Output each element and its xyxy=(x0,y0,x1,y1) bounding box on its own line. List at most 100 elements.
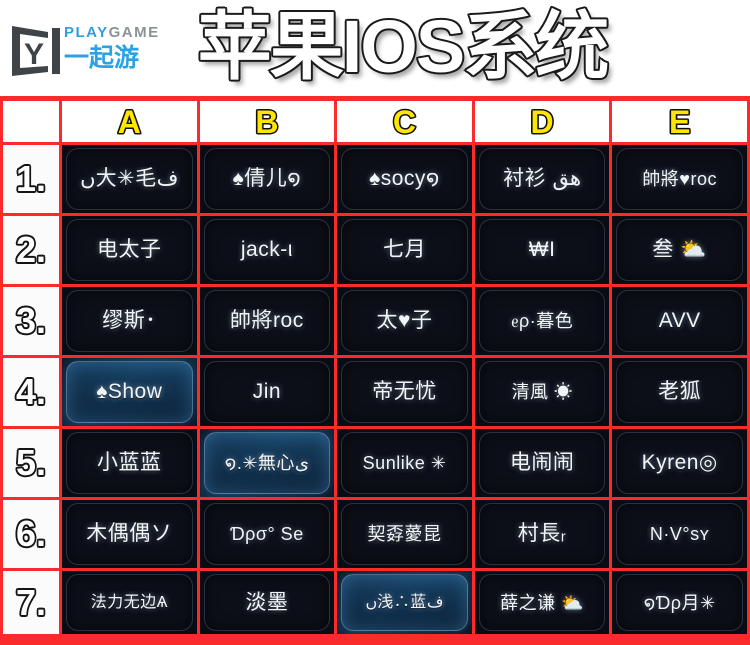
cell-e3-chip: AVV xyxy=(616,290,743,352)
cell-d2-text: ₩I xyxy=(528,238,556,261)
column-header-d[interactable]: D xyxy=(474,101,613,145)
cell-b6-text: Ɗρσ° Se xyxy=(230,524,304,544)
cell-d1-text: 衬衫 ھق xyxy=(503,167,582,190)
row-label-5: 5. xyxy=(0,429,62,500)
cell-d7-chip: 薛之谦 ⛅ xyxy=(478,574,606,631)
cell-e3[interactable]: AVV xyxy=(612,287,750,358)
cell-c7-text: ں浅∴蓝ف xyxy=(365,593,444,611)
cell-a4-chip: ♠Show xyxy=(66,361,193,423)
cell-a6[interactable]: 木偶偶ソ xyxy=(62,500,200,571)
row-label-7-text: 7. xyxy=(15,581,48,624)
cell-c2[interactable]: 七月 xyxy=(337,216,475,287)
cell-a4-text: ♠Show xyxy=(96,380,163,403)
cell-d4[interactable]: 清風 ☀ xyxy=(474,358,613,429)
cell-a6-text: 木偶偶ソ xyxy=(86,522,173,545)
cell-b5-chip: ໑.✳無心ى xyxy=(203,432,331,494)
cell-c4[interactable]: 帝无忧 xyxy=(337,358,475,429)
column-header-d-label: D xyxy=(529,103,555,140)
cell-d3[interactable]: ᧉρ·暮色 xyxy=(474,287,613,358)
cell-d3-text: ᧉρ·暮色 xyxy=(510,311,574,331)
cell-d6-chip: 村長ᵣ xyxy=(478,503,606,565)
cell-a3[interactable]: 缪斯･ xyxy=(62,287,200,358)
cell-b1[interactable]: ♠倩儿໑ xyxy=(199,145,338,216)
cell-e6-text: Ν·V°sʏ xyxy=(649,524,710,544)
cell-b2-text: jack-ι xyxy=(240,238,293,261)
cell-d5[interactable]: 电闹闹 xyxy=(474,429,613,500)
table-row: 4. ♠Show Jin 帝无忧 清風 ☀ 老狐 xyxy=(0,358,750,429)
cell-b5-text: ໑.✳無心ى xyxy=(224,453,309,473)
cell-b3[interactable]: 帥將roc xyxy=(199,287,338,358)
table-row: 1. ں大✳毛ف ♠倩儿໑ ♠socy໑ 衬衫 ھق 帥將♥roc xyxy=(0,145,750,216)
cell-a5[interactable]: 小蓝蓝 xyxy=(62,429,200,500)
page-header: Y PLAYGAME 一起游 苹果IOS系统 xyxy=(0,0,750,96)
cell-a3-text: 缪斯･ xyxy=(102,309,157,332)
cell-e1[interactable]: 帥將♥roc xyxy=(612,145,750,216)
cell-c5-chip: Sunlike ✳ xyxy=(341,432,468,494)
cell-e5[interactable]: Kyren◎ xyxy=(612,429,750,500)
cell-e4[interactable]: 老狐 xyxy=(612,358,750,429)
row-label-3: 3. xyxy=(0,287,62,358)
cell-e6-chip: Ν·V°sʏ xyxy=(616,503,743,565)
cell-c5[interactable]: Sunlike ✳ xyxy=(337,429,475,500)
cell-b2-chip: jack-ι xyxy=(203,219,331,281)
cell-a7-chip: 法力无边Ѧ xyxy=(66,574,193,631)
cell-c4-text: 帝无忧 xyxy=(372,380,437,403)
row-label-5-text: 5. xyxy=(15,441,48,484)
cell-b6[interactable]: Ɗρσ° Se xyxy=(199,500,338,571)
column-header-c[interactable]: C xyxy=(337,101,475,145)
cell-d1[interactable]: 衬衫 ھق xyxy=(474,145,613,216)
table-row: 5. 小蓝蓝 ໑.✳無心ى Sunlike ✳ 电闹闹 Kyren◎ xyxy=(0,429,750,500)
cell-b7-text: 淡墨 xyxy=(245,590,289,614)
cell-b2[interactable]: jack-ι xyxy=(199,216,338,287)
cell-e2-chip: 叁 ⛅ xyxy=(616,219,743,281)
column-header-a[interactable]: A xyxy=(62,101,200,145)
row-label-1: 1. xyxy=(0,145,62,216)
column-header-c-label: C xyxy=(392,103,418,140)
column-header-a-label: A xyxy=(117,103,143,140)
cell-a5-chip: 小蓝蓝 xyxy=(66,432,193,494)
table-row: 7. 法力无边Ѧ 淡墨 ں浅∴蓝ف 薛之谦 ⛅ ໑Ɗρ月✳ xyxy=(0,571,750,637)
cell-c6-chip: 契孬薆昆 xyxy=(341,503,468,565)
cell-c7[interactable]: ں浅∴蓝ف xyxy=(337,571,475,637)
cell-d3-chip: ᧉρ·暮色 xyxy=(478,290,606,352)
table-row: 2. 电太子 jack-ι 七月 ₩I 叁 ⛅ xyxy=(0,216,750,287)
cell-a2-text: 电太子 xyxy=(97,238,162,261)
cell-e7-text: ໑Ɗρ月✳ xyxy=(643,592,716,613)
cell-e6[interactable]: Ν·V°sʏ xyxy=(612,500,750,571)
nickname-grid: A B C D E 1. ں大✳毛ف ♠倩儿໑ ♠socy໑ 衬衫 ھق 帥將♥… xyxy=(0,96,750,645)
row-label-2: 2. xyxy=(0,216,62,287)
cell-d7[interactable]: 薛之谦 ⛅ xyxy=(474,571,613,637)
cell-e7[interactable]: ໑Ɗρ月✳ xyxy=(612,571,750,637)
cell-a6-chip: 木偶偶ソ xyxy=(66,503,193,565)
cell-c1[interactable]: ♠socy໑ xyxy=(337,145,475,216)
cell-d6[interactable]: 村長ᵣ xyxy=(474,500,613,571)
cell-b4[interactable]: Jin xyxy=(199,358,338,429)
cell-b5[interactable]: ໑.✳無心ى xyxy=(199,429,338,500)
cell-a2[interactable]: 电太子 xyxy=(62,216,200,287)
cell-b3-text: 帥將roc xyxy=(230,309,304,332)
cell-d4-text: 清風 ☀ xyxy=(511,382,573,402)
cell-d1-chip: 衬衫 ھق xyxy=(478,148,606,210)
cell-a4[interactable]: ♠Show xyxy=(62,358,200,429)
cell-a1-chip: ں大✳毛ف xyxy=(66,148,193,210)
cell-b1-chip: ♠倩儿໑ xyxy=(203,148,331,210)
cell-a1[interactable]: ں大✳毛ف xyxy=(62,145,200,216)
cell-c1-chip: ♠socy໑ xyxy=(341,148,468,210)
row-label-6-text: 6. xyxy=(15,512,48,555)
cell-c3[interactable]: 太♥子 xyxy=(337,287,475,358)
cell-a7[interactable]: 法力无边Ѧ xyxy=(62,571,200,637)
column-header-e[interactable]: E xyxy=(612,101,750,145)
column-header-b[interactable]: B xyxy=(199,101,338,145)
cell-e5-text: Kyren◎ xyxy=(641,451,718,474)
cell-c6[interactable]: 契孬薆昆 xyxy=(337,500,475,571)
cell-e2[interactable]: 叁 ⛅ xyxy=(612,216,750,287)
row-label-4: 4. xyxy=(0,358,62,429)
cell-c2-chip: 七月 xyxy=(341,219,468,281)
cell-e1-text: 帥將♥roc xyxy=(642,169,718,189)
cell-d2[interactable]: ₩I xyxy=(474,216,613,287)
row-label-3-text: 3. xyxy=(15,299,48,342)
cell-b7[interactable]: 淡墨 xyxy=(199,571,338,637)
cell-c2-text: 七月 xyxy=(382,238,426,261)
cell-d2-chip: ₩I xyxy=(478,219,606,281)
page-title: 苹果IOS系统 xyxy=(196,4,610,90)
